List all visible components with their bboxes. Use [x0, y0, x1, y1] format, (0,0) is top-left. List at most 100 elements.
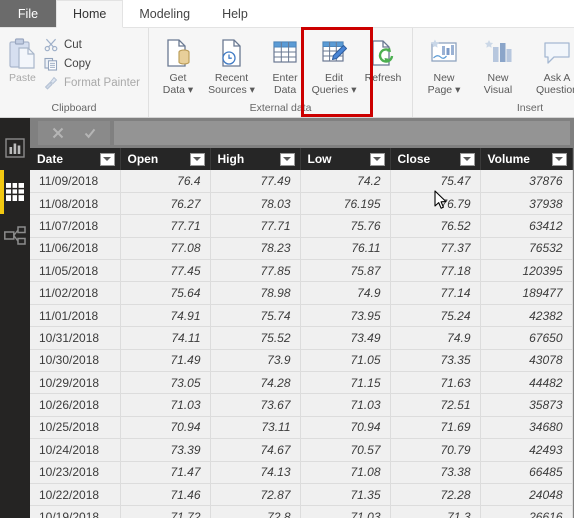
cell-close[interactable]: 72.51	[390, 393, 481, 417]
cell-high[interactable]: 73.9	[210, 349, 301, 373]
cell-volume[interactable]: 189477	[480, 281, 573, 305]
cell-volume[interactable]: 42382	[480, 304, 573, 328]
formula-input[interactable]	[114, 121, 570, 145]
cell-close[interactable]: 77.18	[390, 259, 481, 283]
table-row[interactable]: 11/05/2018 77.45 77.85 75.87 77.18 120395	[30, 259, 573, 283]
cell-low[interactable]: 75.76	[300, 214, 391, 238]
cell-close[interactable]: 73.38	[390, 461, 481, 484]
cell-volume[interactable]: 67650	[480, 326, 573, 350]
ask-a-question-button[interactable]: Ask A Question	[526, 32, 574, 96]
cell-date[interactable]: 11/01/2018	[30, 304, 121, 328]
cell-date[interactable]: 10/19/2018	[30, 505, 121, 518]
cell-open[interactable]: 71.72	[120, 505, 211, 518]
enter-data-button[interactable]: Enter Data	[261, 32, 309, 96]
tab-home[interactable]: Home	[56, 0, 124, 28]
cell-high[interactable]: 78.03	[210, 192, 301, 216]
sidebar-item-data-view[interactable]	[0, 170, 30, 214]
cell-volume[interactable]: 35873	[480, 393, 573, 417]
table-row[interactable]: 10/24/2018 73.39 74.67 70.57 70.79 42493	[30, 438, 573, 462]
cell-volume[interactable]: 76532	[480, 237, 573, 261]
cell-high[interactable]: 75.74	[210, 304, 301, 328]
cell-low[interactable]: 70.57	[300, 438, 391, 462]
cell-close[interactable]: 71.69	[390, 416, 481, 440]
column-header-low[interactable]: Low	[300, 148, 391, 170]
cell-high[interactable]: 74.28	[210, 371, 301, 395]
cell-low[interactable]: 71.05	[300, 349, 391, 373]
cell-volume[interactable]: 37876	[480, 170, 573, 193]
column-filter-date-button[interactable]	[99, 152, 115, 166]
cell-low[interactable]: 71.03	[300, 393, 391, 417]
cell-open[interactable]: 71.47	[120, 461, 211, 484]
cell-high[interactable]: 72.87	[210, 483, 301, 507]
cell-volume[interactable]: 66485	[480, 461, 573, 484]
cell-date[interactable]: 11/06/2018	[30, 237, 121, 261]
cell-low[interactable]: 71.03	[300, 505, 391, 518]
copy-button[interactable]: Copy	[40, 55, 143, 72]
cell-date[interactable]: 10/26/2018	[30, 393, 121, 417]
cell-date[interactable]: 10/30/2018	[30, 349, 121, 373]
paste-button[interactable]: Paste	[5, 32, 40, 85]
cell-close[interactable]: 76.79	[390, 192, 481, 216]
column-filter-volume-button[interactable]	[551, 152, 567, 166]
tab-modeling[interactable]: Modeling	[123, 0, 206, 27]
column-filter-close-button[interactable]	[459, 152, 475, 166]
cut-button[interactable]: Cut	[40, 36, 143, 53]
cell-low[interactable]: 76.195	[300, 192, 391, 216]
cell-date[interactable]: 10/29/2018	[30, 371, 121, 395]
cell-date[interactable]: 11/08/2018	[30, 192, 121, 216]
cell-close[interactable]: 70.79	[390, 438, 481, 462]
cell-date[interactable]: 10/25/2018	[30, 416, 121, 440]
table-row[interactable]: 10/23/2018 71.47 74.13 71.08 73.38 66485	[30, 461, 573, 484]
cell-close[interactable]: 75.24	[390, 304, 481, 328]
cell-low[interactable]: 74.9	[300, 281, 391, 305]
cell-high[interactable]: 77.49	[210, 170, 301, 193]
cell-volume[interactable]: 34680	[480, 416, 573, 440]
table-row[interactable]: 10/25/2018 70.94 73.11 70.94 71.69 34680	[30, 416, 573, 440]
column-filter-high-button[interactable]	[279, 152, 295, 166]
cell-date[interactable]: 10/22/2018	[30, 483, 121, 507]
cell-close[interactable]: 73.35	[390, 349, 481, 373]
cell-volume[interactable]: 42493	[480, 438, 573, 462]
cell-open[interactable]: 76.4	[120, 170, 211, 193]
cell-date[interactable]: 10/23/2018	[30, 461, 121, 484]
cell-open[interactable]: 74.11	[120, 326, 211, 350]
table-row[interactable]: 11/06/2018 77.08 78.23 76.11 77.37 76532	[30, 237, 573, 261]
column-filter-open-button[interactable]	[189, 152, 205, 166]
cell-low[interactable]: 71.35	[300, 483, 391, 507]
cell-high[interactable]: 73.67	[210, 393, 301, 417]
table-row[interactable]: 10/31/2018 74.11 75.52 73.49 74.9 67650	[30, 326, 573, 350]
cell-date[interactable]: 11/02/2018	[30, 281, 121, 305]
cell-volume[interactable]: 44482	[480, 371, 573, 395]
formula-accept-button[interactable]	[74, 121, 106, 145]
cell-open[interactable]: 76.27	[120, 192, 211, 216]
new-visual-button[interactable]: New Visual	[472, 32, 524, 96]
cell-low[interactable]: 74.2	[300, 170, 391, 193]
cell-date[interactable]: 10/31/2018	[30, 326, 121, 350]
table-row[interactable]: 11/07/2018 77.71 77.71 75.76 76.52 63412	[30, 214, 573, 238]
sidebar-item-model-view[interactable]	[0, 214, 30, 258]
cell-open[interactable]: 71.46	[120, 483, 211, 507]
tab-help[interactable]: Help	[206, 0, 264, 27]
table-row[interactable]: 10/19/2018 71.72 72.8 71.03 71.3 26616	[30, 505, 573, 518]
cell-low[interactable]: 70.94	[300, 416, 391, 440]
cell-open[interactable]: 73.05	[120, 371, 211, 395]
table-row[interactable]: 10/29/2018 73.05 74.28 71.15 71.63 44482	[30, 371, 573, 395]
column-header-open[interactable]: Open	[120, 148, 211, 170]
table-row[interactable]: 11/02/2018 75.64 78.98 74.9 77.14 189477	[30, 281, 573, 305]
cell-open[interactable]: 73.39	[120, 438, 211, 462]
refresh-button[interactable]: Refresh	[359, 32, 407, 85]
cell-volume[interactable]: 24048	[480, 483, 573, 507]
cell-close[interactable]: 75.47	[390, 170, 481, 193]
column-filter-low-button[interactable]	[369, 152, 385, 166]
cell-open[interactable]: 71.49	[120, 349, 211, 373]
cell-high[interactable]: 75.52	[210, 326, 301, 350]
cell-open[interactable]: 70.94	[120, 416, 211, 440]
cell-low[interactable]: 76.11	[300, 237, 391, 261]
cell-open[interactable]: 77.45	[120, 259, 211, 283]
sidebar-item-report-view[interactable]	[0, 126, 30, 170]
cell-high[interactable]: 73.11	[210, 416, 301, 440]
table-row[interactable]: 10/26/2018 71.03 73.67 71.03 72.51 35873	[30, 393, 573, 417]
table-row[interactable]: 11/08/2018 76.27 78.03 76.195 76.79 37938	[30, 192, 573, 216]
cell-close[interactable]: 71.63	[390, 371, 481, 395]
cell-date[interactable]: 11/05/2018	[30, 259, 121, 283]
